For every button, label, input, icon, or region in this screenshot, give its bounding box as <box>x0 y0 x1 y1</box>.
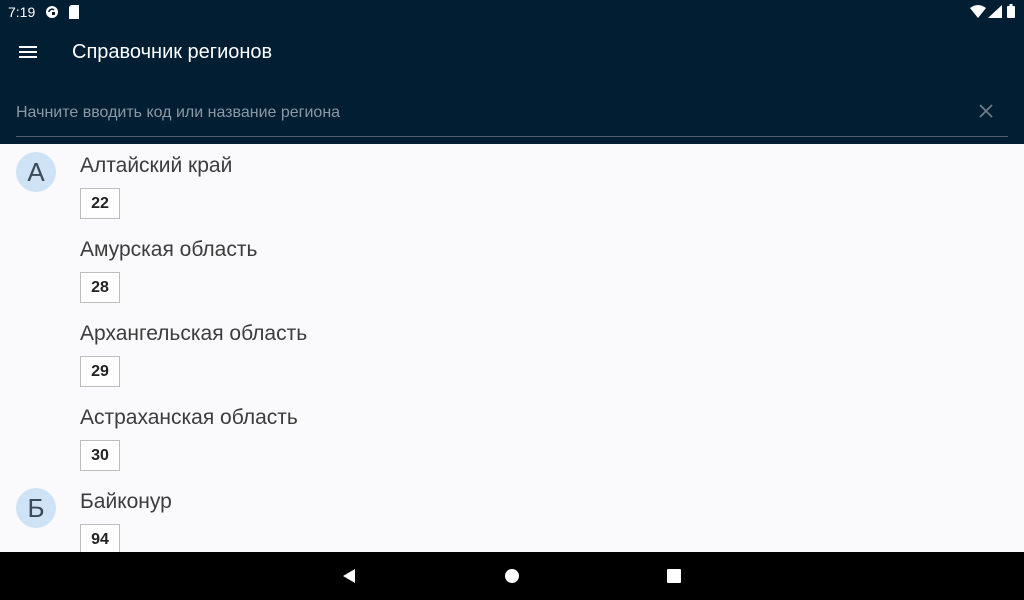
sync-icon <box>45 5 59 22</box>
region-code: 29 <box>80 356 120 387</box>
region-item[interactable]: Алтайский край 22 <box>80 144 680 228</box>
hamburger-menu-icon[interactable] <box>16 40 40 64</box>
recents-icon[interactable] <box>662 564 686 588</box>
letter-badge: Б <box>16 488 56 528</box>
region-item[interactable]: Архангельская область 29 <box>80 312 680 396</box>
search-field <box>16 92 1008 137</box>
signal-icon <box>988 5 1002 21</box>
home-icon[interactable] <box>500 564 524 588</box>
letter-badge: А <box>16 152 56 192</box>
wifi-icon <box>970 5 986 21</box>
region-item[interactable]: Байконур 94 <box>80 480 680 552</box>
sim-card-icon <box>68 5 80 22</box>
region-code: 22 <box>80 188 120 219</box>
battery-icon <box>1007 4 1015 21</box>
region-name: Астраханская область <box>80 406 298 429</box>
region-name: Амурская область <box>80 238 258 261</box>
region-list: А Алтайский край 22 Амурская область 28 … <box>0 144 1024 552</box>
status-bar: 7:19 <box>0 0 1024 24</box>
page-title: Справочник регионов <box>72 41 273 63</box>
region-name: Алтайский край <box>80 154 233 177</box>
status-time: 7:19 <box>8 4 36 20</box>
app-bar: Справочник регионов <box>0 24 1024 144</box>
region-item[interactable]: Амурская область 28 <box>80 228 680 312</box>
region-name: Архангельская область <box>80 322 308 345</box>
close-icon[interactable] <box>978 103 994 119</box>
region-item[interactable]: Астраханская область 30 <box>80 396 680 480</box>
region-code: 94 <box>80 524 120 552</box>
region-name: Байконур <box>80 490 172 513</box>
region-code: 30 <box>80 440 120 471</box>
region-code: 28 <box>80 272 120 303</box>
back-icon[interactable] <box>338 564 362 588</box>
search-input[interactable] <box>16 100 956 126</box>
navigation-bar <box>0 552 1024 600</box>
